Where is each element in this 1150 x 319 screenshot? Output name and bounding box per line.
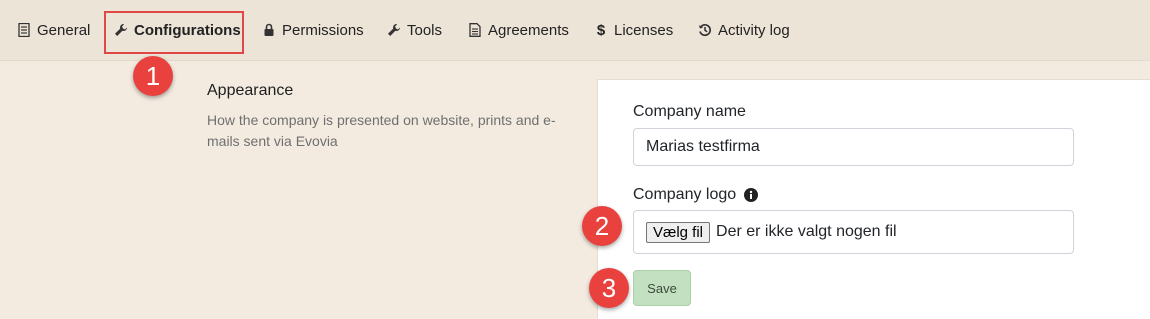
choose-file-button[interactable]: Vælg fil	[646, 221, 711, 243]
tab-bar: General Configurations Permissions Tools…	[0, 0, 1150, 61]
tab-configurations[interactable]: Configurations	[113, 0, 241, 60]
tab-label: Licenses	[614, 21, 674, 39]
section-title: Appearance	[207, 82, 294, 99]
tab-permissions[interactable]: Permissions	[261, 0, 364, 60]
step-marker-2: 2	[582, 206, 622, 246]
tab-activity-log[interactable]: Activity log	[697, 0, 790, 60]
company-logo-label-row: Company logo	[633, 186, 759, 204]
file-text-icon	[467, 22, 483, 38]
tab-label: Tools	[407, 21, 443, 39]
save-button[interactable]: Save	[633, 270, 691, 306]
company-name-input[interactable]: Marias testfirma	[633, 128, 1074, 166]
tab-label: Configurations	[134, 21, 241, 39]
company-name-label: Company name	[633, 103, 746, 120]
tab-general[interactable]: General	[16, 0, 90, 60]
tab-label: Activity log	[718, 21, 790, 39]
section-description: How the company is presented on website,…	[207, 112, 556, 149]
company-logo-label: Company logo	[633, 186, 737, 203]
tab-licenses[interactable]: $ Licenses	[593, 0, 673, 60]
company-name-value: Marias testfirma	[646, 138, 760, 155]
tab-label: Agreements	[488, 21, 569, 39]
step-marker-1: 1	[133, 56, 173, 96]
tab-tools[interactable]: Tools	[386, 0, 442, 60]
document-icon	[16, 22, 32, 38]
wrench-icon	[113, 22, 129, 38]
wrench-icon	[386, 22, 402, 38]
lock-icon	[261, 22, 277, 38]
company-logo-file-input[interactable]: Vælg fil Der er ikke valgt nogen fil	[633, 210, 1074, 254]
step-marker-3: 3	[589, 268, 629, 308]
file-status-text: Der er ikke valgt nogen fil	[716, 223, 897, 240]
info-icon[interactable]	[744, 188, 759, 202]
tab-label: General	[37, 21, 91, 39]
history-icon	[697, 22, 713, 38]
tab-agreements[interactable]: Agreements	[467, 0, 569, 60]
dollar-icon: $	[596, 21, 606, 39]
tab-label: Permissions	[282, 21, 364, 39]
